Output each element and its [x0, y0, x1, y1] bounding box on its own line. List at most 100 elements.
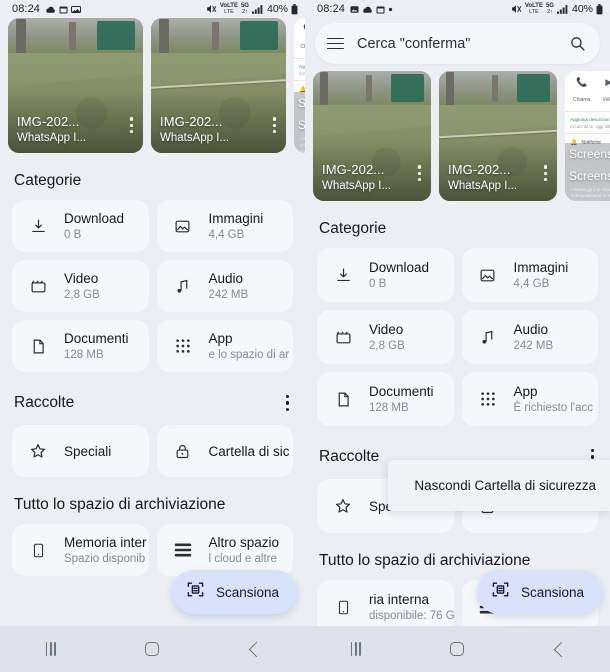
category-card-app[interactable]: App È richiesto l'acc [461, 372, 598, 426]
more-vert-icon[interactable] [417, 165, 421, 181]
category-card-audio[interactable]: Audio 242 MB [461, 310, 598, 364]
category-card-download[interactable]: Download 0 B [317, 248, 454, 302]
file-thumbnail[interactable]: IMG-202... WhatsApp I... [8, 18, 143, 153]
signal-bars-icon [251, 4, 263, 14]
card-text: Download 0 B [64, 211, 124, 241]
card-text: Altro spazio l cloud e altre [209, 535, 280, 565]
recent-files-row-right: IMG-202... WhatsApp I... IMG-202... What… [305, 71, 610, 201]
more-vert-icon[interactable] [284, 391, 291, 415]
more-vert-icon[interactable] [129, 117, 133, 133]
file-source: WhatsApp I... [448, 180, 518, 192]
card-text: App e lo spazio di ar [209, 331, 290, 361]
menu-item-nascondi-cartella[interactable]: Nascondi Cartella di sicurezza [414, 478, 596, 493]
category-card-download[interactable]: Download 0 B [12, 200, 149, 252]
card-sub: È richiesto l'acc [513, 402, 594, 414]
thumbnail-post2-shape [366, 74, 372, 103]
screenshot-title-truncated: Screens... [569, 146, 610, 161]
image-icon [171, 218, 195, 235]
card-label: Video [64, 271, 99, 286]
category-card-video[interactable]: Video 2,8 GB [12, 260, 149, 312]
file-thumbnail[interactable]: IMG-202... WhatsApp I... [439, 71, 557, 201]
collection-card-speciali[interactable]: Speciali [12, 425, 149, 478]
collection-card-cartella-sicurezza[interactable]: Cartella di sic [156, 425, 293, 478]
status-bar-notification-icons [350, 5, 393, 14]
volte-indicator: VoLTE LTE [219, 3, 238, 15]
chat-action-row: 📞 Chiama ▶ Video 👤 Aggiungi [565, 71, 610, 111]
phone-device-icon [26, 543, 50, 558]
card-text: Download 0 B [369, 260, 429, 290]
search-bar[interactable]: Cerca "conferma" [315, 23, 600, 64]
screenshot-thumbnail[interactable]: 📞 Chiama ▶ Video 👤 Aggiungi [294, 18, 305, 153]
category-card-immagini[interactable]: Immagini 4,4 GB [156, 200, 293, 252]
audio-icon [476, 329, 500, 346]
category-card-video[interactable]: Video 2,8 GB [317, 310, 454, 364]
card-text: Immagini 4,4 GB [514, 260, 569, 290]
search-icon[interactable] [569, 35, 586, 52]
card-label: Audio [208, 271, 244, 286]
home-icon[interactable] [127, 629, 177, 669]
category-card-documenti[interactable]: Documenti 128 MB [12, 320, 149, 372]
category-card-documenti[interactable]: Documenti 128 MB [317, 372, 454, 426]
context-menu[interactable]: Nascondi Cartella di sicurezza [388, 460, 610, 511]
more-vert-icon[interactable] [272, 117, 276, 133]
category-card-audio[interactable]: Audio 242 MB [156, 260, 293, 312]
status-bar-notification-icons [45, 5, 82, 14]
chat-call-action: 📞 Chiama [573, 77, 590, 106]
section-title-categorie: Categorie [0, 172, 305, 190]
category-card-immagini[interactable]: Immagini 4,4 GB [461, 248, 598, 302]
chat-video-action: ▶ Video [603, 77, 610, 106]
raccolte-label: Raccolte [14, 394, 75, 412]
file-source: WhatsApp I... [17, 132, 87, 144]
video-icon [26, 278, 50, 295]
thumbnail-post2-shape [492, 74, 498, 103]
file-thumbnail[interactable]: IMG-202... WhatsApp I... [313, 71, 431, 201]
back-icon[interactable] [534, 629, 584, 669]
back-icon[interactable] [229, 629, 279, 669]
search-input[interactable]: Cerca "conferma" [357, 36, 569, 52]
home-icon[interactable] [432, 629, 482, 669]
recents-icon[interactable] [26, 629, 76, 669]
card-label: Speciali [64, 443, 112, 459]
recent-files-row-left: IMG-202... WhatsApp I... IMG-202... What… [0, 18, 305, 153]
network-5g-indicator: 5G 2↑ [240, 3, 249, 15]
status-bar-time: 08:24 [317, 3, 346, 15]
file-name: IMG-202... [160, 114, 223, 129]
section-title-archiviazione: Tutto lo spazio di archiviazione [0, 496, 305, 514]
card-text: Documenti 128 MB [369, 384, 434, 414]
card-sub: 242 MB [513, 340, 554, 352]
scan-fab-button[interactable]: Scansiona [171, 570, 297, 614]
gallery-icon [350, 5, 359, 14]
scan-fab-button[interactable]: Scansiona [476, 570, 602, 614]
thumbnail-door-shape [516, 73, 550, 103]
battery-icon [596, 3, 603, 15]
thumbnail-post-shape [16, 19, 26, 54]
chat-description-link: Aggiungi descrizione del gruppo [570, 117, 610, 122]
screenshot-overlay: Screens... Screenshots I messaggi e le c… [294, 92, 305, 153]
cloud-icon [362, 5, 373, 14]
video-icon [331, 329, 355, 346]
file-thumbnail[interactable]: IMG-202... WhatsApp I... [151, 18, 286, 153]
storage-card-altro-spazio[interactable]: Altro spazio l cloud e altre [156, 524, 293, 577]
more-vert-icon[interactable] [543, 165, 547, 181]
card-text: Audio 242 MB [209, 271, 249, 301]
archiviazione-grid-left: Memoria inter Spazio disponib Altro spaz… [0, 524, 305, 577]
document-icon [331, 391, 355, 408]
file-name: IMG-202... [322, 162, 385, 177]
category-card-app[interactable]: App e lo spazio di ar [156, 320, 293, 372]
recents-icon[interactable] [331, 629, 381, 669]
thumbnail-door-shape [390, 73, 424, 103]
screenshot-folder-name: Screenshots [298, 118, 305, 133]
thumbnail-door-shape [97, 20, 135, 51]
screenshot-blurred-text: I messaggi e le chiamate sono crittograf… [571, 186, 610, 202]
thumbnail-post2-shape [211, 22, 219, 51]
file-name: IMG-202... [17, 114, 80, 129]
mute-icon [511, 4, 522, 14]
screenshot-thumbnail[interactable]: 📞 Chiama ▶ Video 👤 Aggiungi [565, 71, 610, 201]
hamburger-icon[interactable] [327, 37, 344, 50]
card-text: Video 2,8 GB [64, 271, 100, 301]
calendar-icon [376, 5, 385, 14]
storage-card-memoria-interna[interactable]: Memoria inter Spazio disponib [12, 524, 149, 577]
thumbnail-post2-shape [68, 22, 76, 51]
thumbnail-meta: IMG-202... WhatsApp I... [17, 114, 86, 144]
card-sub: 0 B [369, 278, 387, 290]
